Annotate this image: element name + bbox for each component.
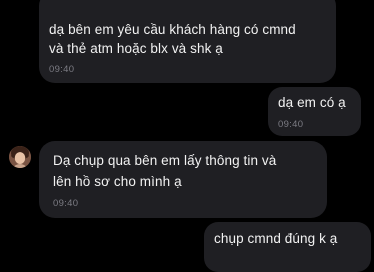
message-bubble-incoming[interactable]: dạ bên em yêu cầu khách hàng có cmnd và … (39, 0, 336, 83)
message-bubble-outgoing[interactable]: dạ em có ạ 09:40 (268, 87, 361, 136)
message-timestamp: 09:40 (53, 198, 79, 209)
message-text: chụp cmnd đúng k ạ (214, 231, 338, 246)
message-bubble-outgoing[interactable]: chụp cmnd đúng k ạ (204, 222, 371, 272)
avatar-image (9, 146, 31, 168)
message-timestamp: 09:40 (278, 119, 304, 130)
message-text: và thẻ atm hoặc blx và shk ạ (49, 41, 223, 56)
message-text: Dạ chụp qua bên em lấy thông tin và (53, 153, 277, 168)
message-text: dạ bên em yêu cầu khách hàng có cmnd (49, 22, 296, 37)
message-text: dạ em có ạ (278, 95, 346, 110)
message-text: lên hồ sơ cho mình ạ (53, 174, 182, 189)
contact-avatar[interactable] (9, 146, 31, 168)
message-timestamp: 09:40 (49, 64, 75, 75)
message-bubble-incoming[interactable]: Dạ chụp qua bên em lấy thông tin và lên … (39, 141, 327, 218)
